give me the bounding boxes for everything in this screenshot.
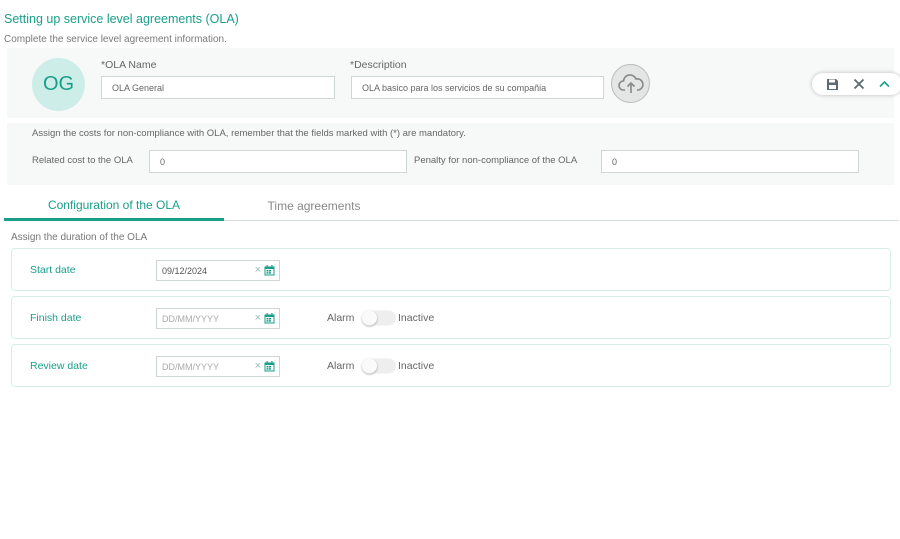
related-cost-value: 0 <box>160 156 166 167</box>
costs-card: Assign the costs for non-compliance with… <box>7 123 894 185</box>
page-title: Setting up service level agreements (OLA… <box>4 12 239 26</box>
ola-header-card: OG *OLA Name OLA General *Description OL… <box>7 48 894 118</box>
ola-name-input[interactable]: OLA General <box>101 76 335 99</box>
cloud-upload-icon <box>617 73 644 93</box>
start-date-input[interactable]: 09/12/2024 × <box>156 260 280 281</box>
start-date-label: Start date <box>30 263 76 276</box>
review-alarm-label: Alarm <box>327 359 355 372</box>
toggle-knob <box>362 358 377 373</box>
review-date-row: Review date DD/MM/YYYY × Alarm Inactive <box>11 344 891 387</box>
tabs-bar: Configuration of the OLA Time agreements <box>4 191 899 221</box>
related-cost-label: Related cost to the OLA <box>32 155 133 166</box>
clear-icon[interactable]: × <box>255 360 261 373</box>
page-subtitle: Complete the service level agreement inf… <box>4 34 227 45</box>
finish-alarm-toggle[interactable] <box>362 310 396 325</box>
review-date-label: Review date <box>30 359 88 372</box>
save-icon <box>827 78 838 90</box>
finish-date-label: Finish date <box>30 311 82 324</box>
description-input[interactable]: OLA basico para los servicios de su comp… <box>351 76 604 99</box>
start-date-row: Start date 09/12/2024 × <box>11 248 891 291</box>
finish-date-input[interactable]: DD/MM/YYYY × <box>156 308 280 329</box>
tab-configuration[interactable]: Configuration of the OLA <box>4 191 224 221</box>
calendar-icon[interactable] <box>264 361 275 372</box>
description-label: *Description <box>350 59 407 71</box>
review-alarm-toggle[interactable] <box>362 358 396 373</box>
finish-alarm-label: Alarm <box>327 311 355 324</box>
start-date-value: 09/12/2024 <box>162 265 208 276</box>
close-icon <box>853 78 865 90</box>
calendar-icon[interactable] <box>264 265 275 276</box>
finish-date-placeholder: DD/MM/YYYY <box>162 313 220 324</box>
save-button[interactable] <box>826 78 839 91</box>
chevron-up-icon <box>879 80 890 88</box>
clear-icon[interactable]: × <box>255 312 261 325</box>
calendar-icon[interactable] <box>264 313 275 324</box>
review-date-input[interactable]: DD/MM/YYYY × <box>156 356 280 377</box>
collapse-button[interactable] <box>879 80 890 88</box>
close-button[interactable] <box>853 78 865 90</box>
ola-name-value: OLA General <box>112 82 165 93</box>
penalty-label: Penalty for non-compliance of the OLA <box>414 155 578 166</box>
ola-name-label: *OLA Name <box>101 59 157 71</box>
finish-date-row: Finish date DD/MM/YYYY × Alarm Inactive <box>11 296 891 339</box>
penalty-input[interactable]: 0 <box>601 150 859 173</box>
actions-toolbar <box>812 73 900 95</box>
toggle-knob <box>362 310 377 325</box>
costs-note: Assign the costs for non-compliance with… <box>32 128 466 139</box>
finish-alarm-state: Inactive <box>398 311 435 324</box>
description-value: OLA basico para los servicios de su comp… <box>362 82 547 93</box>
avatar: OG <box>32 58 85 111</box>
penalty-value: 0 <box>612 156 618 167</box>
upload-button[interactable] <box>611 64 650 103</box>
related-cost-input[interactable]: 0 <box>149 150 407 173</box>
tab-time-agreements[interactable]: Time agreements <box>224 191 404 221</box>
review-date-placeholder: DD/MM/YYYY <box>162 361 220 372</box>
review-alarm-state: Inactive <box>398 359 435 372</box>
duration-label: Assign the duration of the OLA <box>11 232 148 243</box>
clear-icon[interactable]: × <box>255 264 261 277</box>
